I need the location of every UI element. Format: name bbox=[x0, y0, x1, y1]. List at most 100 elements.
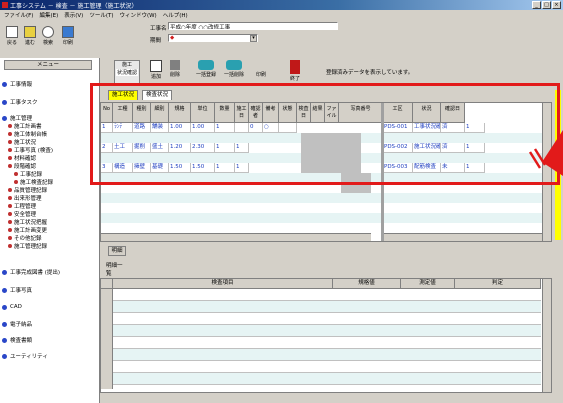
maximize-button[interactable]: □ bbox=[542, 1, 551, 9]
bullet-icon bbox=[2, 269, 7, 275]
bullet-icon bbox=[2, 304, 7, 310]
tree-item[interactable]: 施工状況把握 bbox=[8, 218, 96, 226]
tab-detail-list[interactable]: 明細一覧 bbox=[104, 262, 126, 277]
tree-item[interactable]: 材料確認 bbox=[8, 154, 96, 162]
table-row[interactable] bbox=[101, 337, 541, 349]
sidebar-item-cad[interactable]: CAD bbox=[2, 304, 22, 310]
menu-edit[interactable]: 編集(E) bbox=[39, 11, 58, 19]
minimize-button[interactable]: _ bbox=[532, 1, 541, 9]
menu-file[interactable]: ファイル(F) bbox=[4, 11, 33, 19]
bullet-icon bbox=[2, 81, 7, 87]
add-button[interactable]: 追加 bbox=[150, 60, 162, 80]
table-row[interactable] bbox=[101, 325, 541, 337]
tree-icon bbox=[8, 148, 12, 152]
period-dropdown-icon[interactable]: ▾ bbox=[250, 35, 257, 42]
sidebar-item-tasks[interactable]: 工事タスク bbox=[2, 98, 38, 106]
column-header[interactable]: 規格値 bbox=[333, 279, 401, 289]
add-icon bbox=[150, 60, 162, 72]
horizontal-scrollbar-right[interactable] bbox=[384, 233, 542, 241]
column-header bbox=[101, 279, 113, 289]
sidebar-item-inspection[interactable]: 検査書類 bbox=[2, 336, 32, 344]
tree-icon bbox=[8, 124, 12, 128]
back-button[interactable]: 戻る bbox=[4, 24, 20, 50]
bullet-icon bbox=[2, 99, 7, 105]
sidebar-item-utility[interactable]: ユーティリティ bbox=[2, 352, 48, 360]
tree-item[interactable]: 施工計画変更 bbox=[8, 226, 96, 234]
exit-icon bbox=[290, 60, 300, 74]
print-list-button[interactable]: 印刷 bbox=[256, 60, 266, 78]
exit-button[interactable]: 終了 bbox=[290, 60, 300, 82]
status-check-button[interactable]: 施工 状況確認 bbox=[114, 60, 140, 84]
tree-item[interactable]: 品質管理記録 bbox=[8, 186, 96, 194]
tree-icon bbox=[8, 196, 12, 200]
forward-button[interactable]: 進む bbox=[22, 24, 38, 50]
tree-item[interactable]: その他記録 bbox=[8, 234, 96, 242]
column-header[interactable]: 検査項目 bbox=[113, 279, 333, 289]
tree-item[interactable]: 施工状況 bbox=[8, 138, 96, 146]
tree-icon bbox=[8, 228, 12, 232]
period-field[interactable]: ◆ bbox=[168, 34, 258, 42]
tree-icon bbox=[8, 188, 12, 192]
search-button[interactable]: 検索 bbox=[40, 24, 56, 50]
tree-icon bbox=[8, 244, 12, 248]
table-row[interactable] bbox=[101, 361, 541, 373]
tree-icon bbox=[14, 180, 18, 184]
menu-help[interactable]: ヘルプ(H) bbox=[163, 11, 188, 19]
bullet-icon bbox=[2, 115, 7, 121]
tree-icon bbox=[8, 204, 12, 208]
tree-item[interactable]: 出来形管理 bbox=[8, 194, 96, 202]
table-row[interactable] bbox=[101, 289, 541, 301]
print-icon bbox=[62, 26, 74, 38]
table-row[interactable] bbox=[101, 373, 541, 385]
table-row[interactable] bbox=[101, 203, 551, 213]
delete-icon bbox=[170, 60, 180, 70]
action-ribbon: 施工 状況確認 追加 削除 一括登録 一括削除 印刷 終了 登録済みデータを表示… bbox=[100, 58, 563, 86]
period-label: 期間 bbox=[150, 38, 162, 44]
sidebar-item-delivery[interactable]: 電子納品 bbox=[2, 320, 32, 328]
bullet-icon bbox=[2, 287, 7, 293]
vertical-scrollbar[interactable] bbox=[542, 279, 551, 392]
project-field[interactable]: 平成○年度 ○○改修工事 bbox=[168, 22, 338, 30]
delete-button[interactable]: 削除 bbox=[170, 60, 180, 78]
tree-item[interactable]: 工事写真 (検査) bbox=[8, 146, 96, 154]
bulk-delete-button[interactable]: 一括削除 bbox=[224, 60, 244, 78]
table-row[interactable] bbox=[101, 223, 551, 233]
table-row[interactable] bbox=[101, 313, 541, 325]
menu-window[interactable]: ウィンドウ(W) bbox=[119, 11, 156, 19]
table-row[interactable] bbox=[101, 213, 551, 223]
table-row[interactable] bbox=[101, 193, 551, 203]
forward-icon bbox=[24, 26, 36, 38]
bulk-register-button[interactable]: 一括登録 bbox=[196, 60, 216, 78]
column-header[interactable]: 測定値 bbox=[401, 279, 455, 289]
close-button[interactable]: × bbox=[552, 1, 561, 9]
row-header-column bbox=[101, 289, 113, 389]
sidebar-item-photos[interactable]: 工事写真 bbox=[2, 286, 32, 294]
tree-item[interactable]: 施工体制台帳 bbox=[8, 130, 96, 138]
tree-item[interactable]: 工程管理 bbox=[8, 202, 96, 210]
app-icon bbox=[2, 2, 8, 8]
table-row[interactable] bbox=[101, 349, 541, 361]
tree-item[interactable]: 施工検査記録 bbox=[8, 178, 96, 186]
sidebar-item-completion[interactable]: 工事完成図書 (提出) bbox=[2, 268, 60, 276]
menu-tools[interactable]: ツール(T) bbox=[89, 11, 113, 19]
back-icon bbox=[6, 26, 18, 38]
tree-icon bbox=[8, 156, 12, 160]
detail-grid: 検査項目 規格値 測定値 判定 bbox=[100, 278, 552, 393]
print-button[interactable]: 印刷 bbox=[60, 24, 76, 50]
bullet-icon bbox=[2, 337, 7, 343]
menu-view[interactable]: 表示(V) bbox=[64, 11, 83, 19]
sidebar-tree: 施工計画書 施工体制台帳 施工状況 工事写真 (検査) 材料確認 段階確認 工事… bbox=[8, 122, 96, 250]
tree-icon bbox=[8, 164, 12, 168]
project-label: 工事名 bbox=[150, 26, 167, 32]
table-row[interactable] bbox=[101, 301, 541, 313]
tree-item[interactable]: 施工管理記録 bbox=[8, 242, 96, 250]
sidebar-item-project-info[interactable]: 工事情報 bbox=[2, 80, 32, 88]
sidebar-item-construction[interactable]: 施工管理 bbox=[2, 114, 32, 122]
horizontal-scrollbar-left[interactable] bbox=[101, 233, 371, 241]
status-message: 登録済みデータを表示しています。 bbox=[326, 70, 414, 76]
column-header[interactable]: 判定 bbox=[455, 279, 541, 289]
tree-item[interactable]: 段階確認 bbox=[8, 162, 96, 170]
tree-item[interactable]: 安全管理 bbox=[8, 210, 96, 218]
tree-item[interactable]: 施工計画書 bbox=[8, 122, 96, 130]
tree-item[interactable]: 工事記録 bbox=[8, 170, 96, 178]
